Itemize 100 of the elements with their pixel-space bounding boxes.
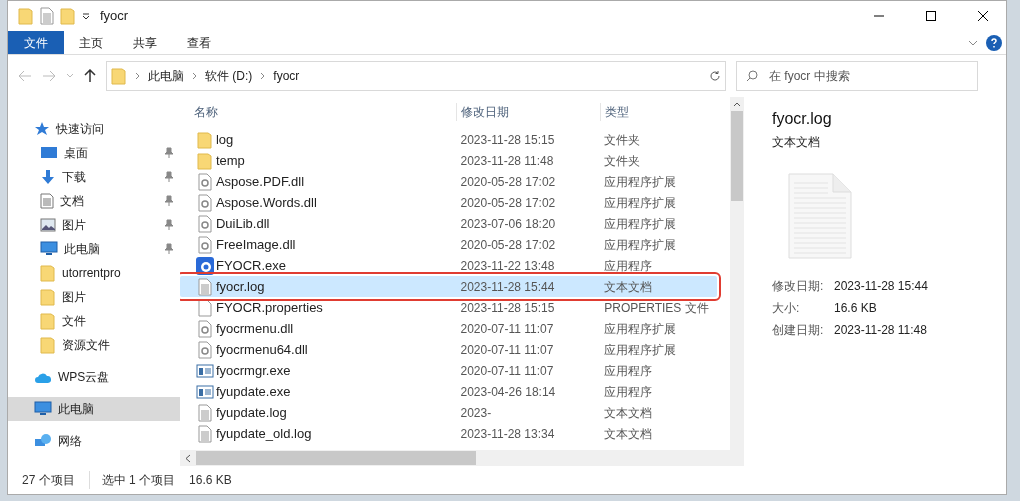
details-label: 创建日期: [772,322,825,339]
status-count: 27 个项目 [22,472,75,489]
search-field[interactable]: 在 fyocr 中搜索 [736,61,978,91]
file-date: 2020-07-11 11:07 [459,320,555,338]
help-icon[interactable] [986,34,1002,51]
pin-icon[interactable] [164,171,174,183]
file-row[interactable]: fyupdate_old.log 2023-11-28 13:34 文本文档 [180,423,717,444]
sidebar-item[interactable]: 资源文件 [8,333,180,357]
chevron-right-icon [135,72,140,80]
file-row[interactable]: Aspose.Words.dll 2020-05-28 17:02 应用程序扩展 [180,192,717,213]
scrollbar-thumb[interactable] [196,451,476,465]
sidebar-label: utorrentpro [62,265,122,282]
pin-icon[interactable] [164,195,174,207]
sidebar-item[interactable]: 此电脑 [8,397,180,421]
column-header[interactable]: 类型 [600,103,718,121]
address-bar[interactable]: 此电脑 软件 (D:) fyocr [106,61,726,91]
ribbon-tab[interactable]: 主页 [64,31,118,54]
file-type: 应用程序扩展 [603,173,678,191]
gear-file-icon [197,340,212,359]
file-name: fyocr.log [215,277,266,296]
chevron-down-icon[interactable] [968,39,978,46]
gear-file-icon [197,319,212,338]
column-header[interactable]: 名称 [194,103,456,121]
pin-icon[interactable] [164,219,174,231]
sidebar-item[interactable]: 网络 [8,429,180,453]
file-type: 应用程序扩展 [603,215,678,233]
scrollbar-thumb[interactable] [731,111,743,201]
breadcrumb-item[interactable]: fyocr [273,67,300,85]
back-icon[interactable] [18,70,32,82]
file-date: 2023-11-28 15:15 [459,131,556,149]
document-icon [40,193,54,209]
close-icon [978,11,988,21]
sidebar-item[interactable]: 文档 [8,189,180,213]
file-row[interactable]: log 2023-11-28 15:15 文件夹 [180,129,717,150]
sidebar-label: 桌面 [64,145,89,162]
file-row[interactable]: Aspose.PDF.dll 2020-05-28 17:02 应用程序扩展 [180,171,717,192]
column-header[interactable]: 修改日期 [456,103,600,121]
file-date: 2023-07-06 18:20 [459,215,557,233]
folder-icon [18,7,34,25]
file-date: 2020-05-28 17:02 [459,173,557,191]
file-row[interactable]: temp 2023-11-28 11:48 文件夹 [180,150,717,171]
file-date: 2023- [459,404,493,422]
sidebar-item[interactable]: utorrentpro [8,261,180,285]
details-label: 修改日期: [772,278,825,295]
pin-icon[interactable] [164,243,174,255]
ribbon-tab[interactable]: 共享 [118,31,172,54]
dropdown-icon[interactable] [82,12,90,20]
window-icon [195,362,214,379]
window-icon [195,383,214,400]
sidebar-label: WPS云盘 [58,369,111,386]
sidebar-item[interactable]: 桌面 [8,141,180,165]
up-arrow-icon[interactable] [84,69,96,83]
sidebar-item[interactable]: WPS云盘 [8,365,180,389]
sidebar-item[interactable]: 快速访问 [8,117,180,141]
file-date: 2023-11-28 13:34 [459,425,556,443]
file-row[interactable]: FYOCR.properties 2023-11-28 15:15 PROPERTIES 文件 [180,297,717,318]
folder-icon [196,130,213,149]
sidebar-item[interactable]: 图片 [8,213,180,237]
horizontal-scrollbar[interactable] [180,450,730,466]
file-row[interactable]: fyupdate.log 2023- 文本文档 [180,402,717,423]
file-row[interactable]: fyocrmenu.dll 2020-07-11 11:07 应用程序扩展 [180,318,717,339]
file-row[interactable]: fyupdate.exe 2023-04-26 18:14 应用程序 [180,381,717,402]
chevron-right-icon [260,72,266,80]
monitor-icon [40,146,58,160]
file-name: DuiLib.dll [215,214,271,233]
refresh-icon[interactable] [709,70,721,82]
folder-icon [40,336,56,354]
ribbon-tab[interactable]: 查看 [172,31,226,54]
sidebar-item[interactable]: 此电脑 [8,237,180,261]
file-type: 应用程序扩展 [603,236,678,254]
maximize-icon [926,11,936,21]
file-type: 文本文档 [603,425,654,443]
file-row[interactable]: fyocrmenu64.dll 2020-07-11 11:07 应用程序扩展 [180,339,717,360]
file-row[interactable]: fyocrmgr.exe 2020-07-11 11:07 应用程序 [180,360,717,381]
details-type: 文本文档 [772,134,821,151]
sidebar-label: 快速访问 [56,121,105,138]
ribbon-tab[interactable]: 文件 [8,31,64,54]
file-name: FreeImage.dll [215,235,297,254]
sidebar-item[interactable]: 文件 [8,309,180,333]
sidebar-item[interactable]: 图片 [8,285,180,309]
sidebar-item[interactable]: 下载 [8,165,180,189]
file-type: 文本文档 [603,278,654,296]
file-name: FYOCR.exe [215,256,288,275]
star-icon [34,121,50,137]
chevron-left-icon[interactable] [185,453,191,463]
breadcrumb-item[interactable]: 软件 (D:) [205,67,253,85]
sidebar-label: 资源文件 [62,337,111,354]
file-name: fyupdate.log [215,403,288,422]
pin-icon[interactable] [164,147,174,159]
monitor-icon [40,241,58,257]
forward-icon[interactable] [42,70,56,82]
file-row[interactable]: FreeImage.dll 2020-05-28 17:02 应用程序扩展 [180,234,717,255]
file-row[interactable]: DuiLib.dll 2023-07-06 18:20 应用程序扩展 [180,213,717,234]
sidebar-label: 文件 [62,313,87,330]
vertical-scrollbar[interactable] [730,97,744,466]
chevron-down-icon[interactable] [66,73,74,79]
file-name: FYOCR.properties [215,298,324,317]
breadcrumb-item[interactable]: 此电脑 [148,67,184,85]
text-file-icon [788,173,852,259]
file-name: log [215,130,235,149]
